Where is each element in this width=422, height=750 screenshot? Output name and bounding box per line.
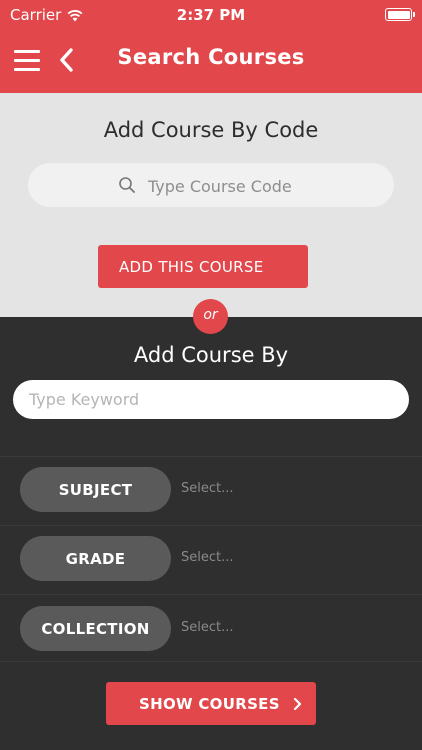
collection-filter-button[interactable]: COLLECTION <box>20 606 171 651</box>
grade-filter-button[interactable]: GRADE <box>20 536 171 581</box>
search-icon <box>118 176 136 198</box>
nav-bar: Search Courses <box>0 30 422 93</box>
divider <box>0 661 422 662</box>
chevron-right-icon <box>292 696 302 716</box>
battery-icon <box>385 8 415 21</box>
or-divider-badge: or <box>193 299 228 334</box>
show-courses-button[interactable]: SHOW COURSES <box>106 682 316 725</box>
add-by-code-heading: Add Course By Code <box>103 118 319 142</box>
filter-row-subject: SUBJECT Select... <box>0 457 422 525</box>
add-this-course-label: ADD THIS COURSE <box>119 258 264 276</box>
divider <box>0 594 422 595</box>
keyword-input[interactable] <box>13 380 409 419</box>
filter-row-collection: COLLECTION Select... <box>0 596 422 664</box>
add-by-heading: Add Course By <box>133 343 289 367</box>
add-by-code-section: Add Course By Code ADD THIS COURSE <box>0 93 422 317</box>
show-courses-label: SHOW COURSES <box>139 695 280 713</box>
grade-select[interactable]: Select... <box>181 550 234 565</box>
status-time: 2:37 PM <box>176 6 246 24</box>
subject-filter-button[interactable]: SUBJECT <box>20 467 171 512</box>
status-bar: Carrier 2:37 PM <box>0 0 422 30</box>
subject-select[interactable]: Select... <box>181 481 234 496</box>
add-this-course-button[interactable]: ADD THIS COURSE <box>98 245 308 288</box>
course-code-input[interactable] <box>146 163 380 209</box>
page-title: Search Courses <box>117 45 305 69</box>
course-code-search[interactable] <box>28 163 394 209</box>
collection-select[interactable]: Select... <box>181 620 234 635</box>
filter-row-grade: GRADE Select... <box>0 526 422 594</box>
